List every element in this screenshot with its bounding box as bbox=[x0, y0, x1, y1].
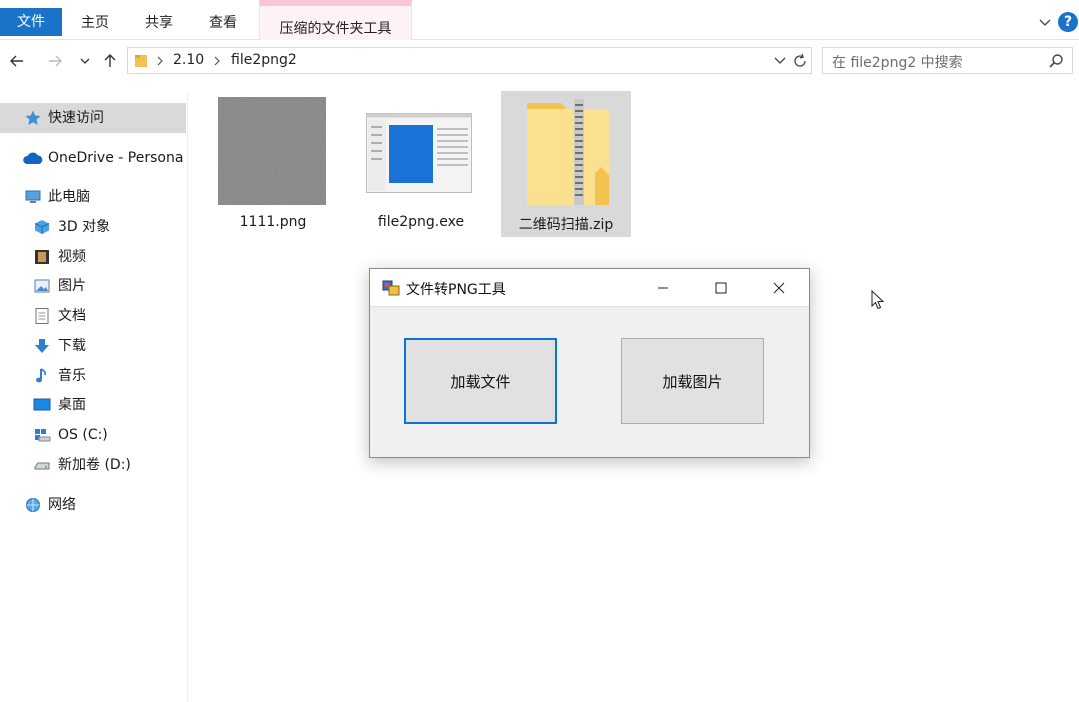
sidebar-item-label: 快速访问 bbox=[48, 110, 104, 126]
tab-home[interactable]: 主页 bbox=[66, 8, 124, 40]
address-dropdown-chevron-icon[interactable] bbox=[772, 52, 788, 68]
file-to-png-dialog: 文件转PNG工具 加载文件 加载图片 bbox=[369, 268, 810, 458]
back-arrow-icon bbox=[10, 55, 23, 67]
file-name: file2png.exe bbox=[377, 214, 465, 230]
sidebar-item-pictures[interactable]: 图片 bbox=[0, 271, 186, 301]
sidebar-item-label: 桌面 bbox=[58, 397, 86, 413]
navigation-pane: 快速访问 OneDrive - Persona 此电脑 3D 对象 视频 图片 … bbox=[0, 92, 188, 702]
search-input[interactable]: 在 file2png2 中搜索 bbox=[822, 47, 1073, 74]
file-item[interactable]: 1111.png bbox=[208, 91, 338, 237]
back-button[interactable] bbox=[6, 50, 28, 72]
sidebar-item-quick-access[interactable]: 快速访问 bbox=[0, 103, 186, 133]
sidebar-item-network[interactable]: 网络 bbox=[0, 490, 186, 520]
search-icon[interactable] bbox=[1048, 53, 1064, 69]
sidebar-item-onedrive[interactable]: OneDrive - Persona bbox=[0, 143, 186, 173]
refresh-icon bbox=[794, 53, 806, 67]
sidebar-item-label: OneDrive - Persona bbox=[48, 150, 184, 166]
noise-image-thumbnail bbox=[218, 97, 326, 205]
star-icon bbox=[25, 110, 41, 125]
forward-arrow-icon bbox=[49, 55, 62, 67]
close-button[interactable] bbox=[768, 277, 790, 299]
sidebar-item-label: 下载 bbox=[58, 338, 86, 354]
dialog-titlebar[interactable]: 文件转PNG工具 bbox=[370, 269, 809, 307]
file-name: 二维码扫描.zip bbox=[518, 217, 614, 233]
music-icon bbox=[36, 368, 46, 383]
sidebar-item-3d-objects[interactable]: 3D 对象 bbox=[0, 212, 186, 242]
chevron-down-icon bbox=[80, 58, 90, 64]
maximize-button[interactable] bbox=[710, 277, 732, 299]
load-file-button[interactable]: 加载文件 bbox=[404, 338, 557, 424]
recent-locations-button[interactable] bbox=[74, 50, 96, 72]
network-icon bbox=[26, 498, 40, 512]
tab-share[interactable]: 共享 bbox=[130, 8, 188, 40]
sidebar-item-label: 音乐 bbox=[58, 368, 86, 384]
sidebar-item-this-pc[interactable]: 此电脑 bbox=[0, 182, 186, 212]
mouse-cursor-icon bbox=[871, 290, 885, 310]
sidebar-item-label: 图片 bbox=[58, 278, 86, 294]
sidebar-item-label: 新加卷 (D:) bbox=[58, 457, 131, 473]
picture-icon bbox=[34, 279, 50, 293]
film-icon bbox=[35, 250, 49, 264]
download-icon bbox=[35, 339, 49, 353]
chevron-right-icon bbox=[157, 56, 163, 66]
sidebar-item-label: 网络 bbox=[48, 497, 76, 513]
app-icon bbox=[382, 280, 400, 296]
minimize-button[interactable] bbox=[652, 277, 674, 299]
minimize-icon bbox=[658, 287, 668, 289]
chevron-right-icon bbox=[214, 56, 220, 66]
sidebar-item-music[interactable]: 音乐 bbox=[0, 361, 186, 391]
breadcrumb-segment[interactable]: 2.10 bbox=[173, 52, 204, 68]
sidebar-item-label: 视频 bbox=[58, 249, 86, 265]
sidebar-item-label: 文档 bbox=[58, 308, 86, 324]
sidebar-item-downloads[interactable]: 下载 bbox=[0, 331, 186, 361]
tab-view[interactable]: 查看 bbox=[194, 8, 252, 40]
file-item[interactable]: file2png.exe bbox=[356, 91, 486, 237]
sidebar-item-desktop[interactable]: 桌面 bbox=[0, 390, 186, 420]
refresh-button[interactable] bbox=[789, 47, 812, 74]
sidebar-item-videos[interactable]: 视频 bbox=[0, 242, 186, 272]
sidebar-item-label: 此电脑 bbox=[48, 189, 90, 205]
folder-icon bbox=[135, 55, 147, 67]
file-item-selected[interactable]: 二维码扫描.zip bbox=[501, 91, 631, 237]
tab-compressed-folder-tools[interactable]: 压缩的文件夹工具 bbox=[259, 0, 412, 40]
up-button[interactable] bbox=[99, 50, 121, 72]
drive-icon bbox=[34, 462, 50, 470]
computer-icon bbox=[25, 190, 41, 203]
cube-icon bbox=[34, 220, 50, 234]
breadcrumb-segment[interactable]: file2png2 bbox=[231, 52, 297, 68]
sidebar-item-documents[interactable]: 文档 bbox=[0, 301, 186, 331]
sidebar-item-drive-c[interactable]: OS (C:) bbox=[0, 420, 186, 450]
ribbon: 文件 主页 共享 查看 压缩的文件夹工具 ? bbox=[0, 0, 1079, 40]
close-icon bbox=[773, 282, 785, 294]
ribbon-expand-chevron-icon[interactable] bbox=[1037, 14, 1053, 30]
tab-file[interactable]: 文件 bbox=[0, 8, 62, 36]
zip-folder-icon bbox=[527, 99, 609, 205]
desktop-icon bbox=[33, 398, 51, 411]
cloud-icon bbox=[23, 152, 43, 164]
search-placeholder: 在 file2png2 中搜索 bbox=[832, 55, 963, 71]
address-bar[interactable]: 2.10 file2png2 bbox=[127, 47, 812, 74]
drive-os-icon bbox=[35, 429, 51, 442]
forward-button[interactable] bbox=[44, 50, 66, 72]
sidebar-item-label: OS (C:) bbox=[58, 427, 108, 443]
exe-window-thumbnail bbox=[366, 113, 472, 193]
help-icon[interactable]: ? bbox=[1058, 12, 1078, 32]
sidebar-item-label: 3D 对象 bbox=[58, 219, 111, 235]
sidebar-item-drive-d[interactable]: 新加卷 (D:) bbox=[0, 450, 186, 480]
dialog-title: 文件转PNG工具 bbox=[406, 282, 506, 298]
maximize-icon bbox=[715, 282, 727, 294]
file-name: 1111.png bbox=[239, 214, 307, 230]
up-arrow-icon bbox=[104, 54, 116, 67]
document-icon bbox=[35, 308, 49, 324]
load-image-button[interactable]: 加载图片 bbox=[621, 338, 764, 424]
